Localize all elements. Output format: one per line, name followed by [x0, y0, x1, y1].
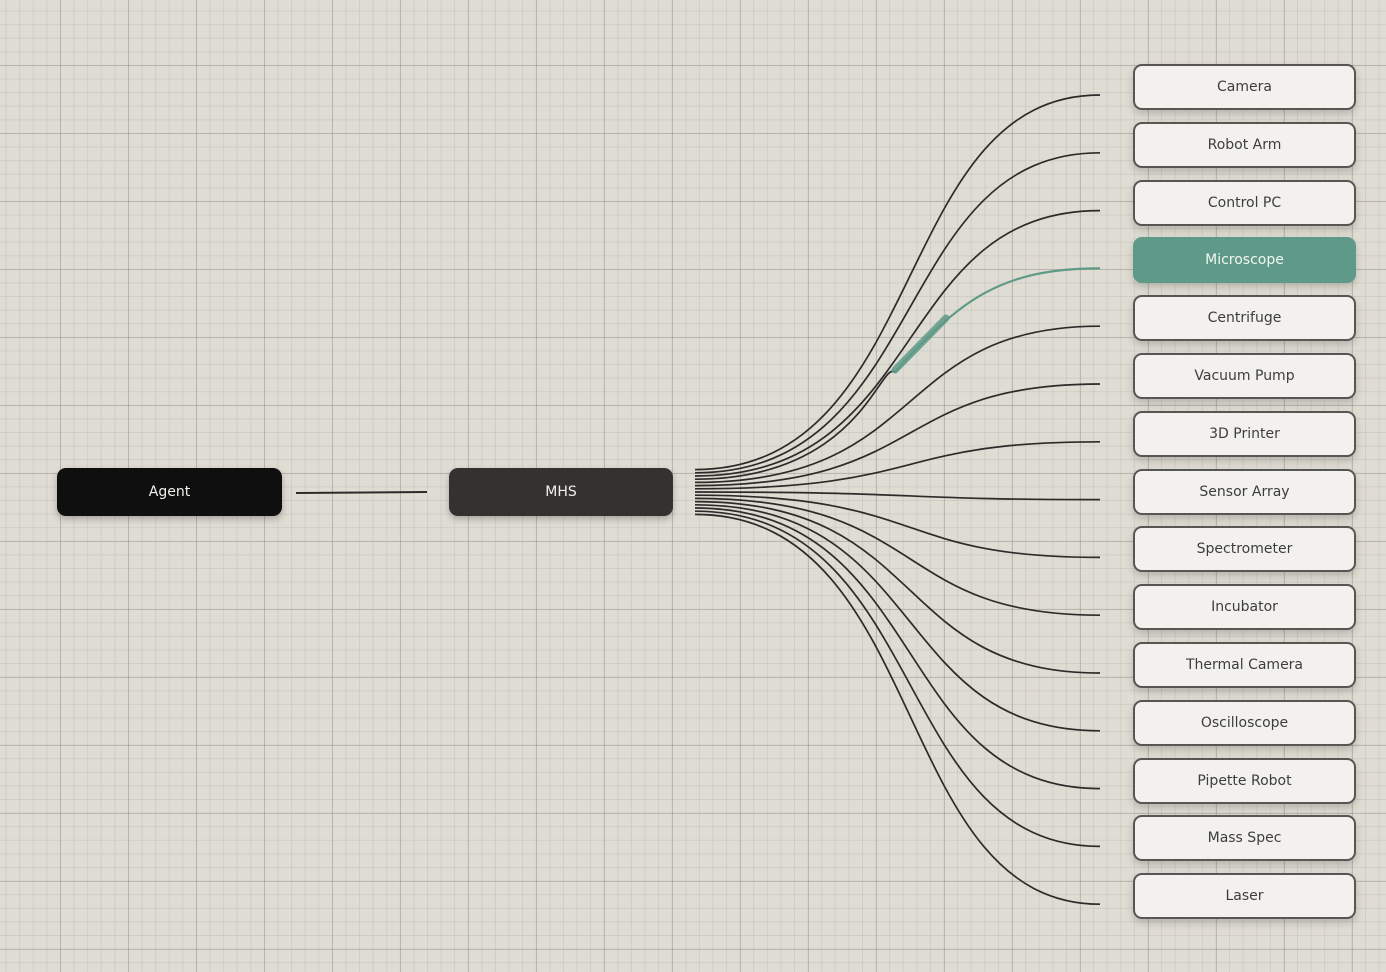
connector-mass-spec [694, 510, 1101, 848]
connector-laser [694, 513, 1101, 906]
device-label: Pipette Robot [1197, 772, 1292, 789]
device-node-mass-spec[interactable]: Mass Spec [1133, 815, 1356, 862]
hub-label: MHS [545, 484, 577, 500]
device-label: Centrifuge [1207, 310, 1282, 327]
device-label: Vacuum Pump [1194, 368, 1295, 384]
device-label: Spectrometer [1196, 541, 1293, 558]
device-node-incubator[interactable]: Incubator [1133, 584, 1356, 631]
device-node-centrifuge[interactable]: Centrifuge [1133, 295, 1356, 342]
active-connector-microscope [894, 267, 1101, 373]
device-node-oscilloscope[interactable]: Oscilloscope [1133, 699, 1356, 746]
connector-oscilloscope [694, 503, 1101, 732]
device-label: Microscope [1205, 252, 1284, 269]
connector-microscope [694, 370, 896, 481]
device-node-laser[interactable]: Laser [1133, 873, 1356, 920]
hub-device-connectors [694, 94, 1101, 906]
connector-control-pc [694, 209, 1101, 477]
device-label: Oscilloscope [1200, 714, 1289, 731]
device-node-3d-printer[interactable]: 3D Printer [1133, 410, 1356, 457]
connector-robot-arm [694, 151, 1101, 474]
agent-label: Agent [148, 484, 191, 500]
device-node-microscope[interactable]: Microscope [1133, 237, 1356, 284]
hub-node[interactable]: MHS [449, 468, 673, 516]
device-node-vacuum-pump[interactable]: Vacuum Pump [1133, 353, 1356, 399]
device-label: Robot Arm [1207, 136, 1282, 153]
connector-sensor-array [694, 491, 1101, 501]
device-node-pipette-robot[interactable]: Pipette Robot [1133, 757, 1356, 804]
signal-pulse [891, 314, 950, 374]
connector-3d-printer [694, 440, 1101, 490]
connector-spectrometer [694, 494, 1101, 559]
agent-hub-connector [295, 491, 428, 494]
device-node-sensor-array[interactable]: Sensor Array [1133, 468, 1356, 515]
connector-camera [694, 94, 1101, 471]
connector-vacuum-pump [694, 383, 1101, 487]
device-node-camera[interactable]: Camera [1133, 64, 1356, 110]
device-label: Mass Spec [1207, 830, 1282, 847]
device-label: Laser [1225, 888, 1264, 905]
connector-thermal-camera [694, 500, 1101, 674]
agent-node[interactable]: Agent [57, 468, 282, 516]
device-node-robot-arm[interactable]: Robot Arm [1133, 121, 1356, 168]
device-label: Sensor Array [1199, 483, 1290, 500]
device-label: Incubator [1211, 599, 1278, 616]
device-node-spectrometer[interactable]: Spectrometer [1133, 526, 1356, 573]
device-label: Control PC [1207, 194, 1282, 211]
device-label: Thermal Camera [1185, 657, 1304, 673]
device-node-thermal-camera[interactable]: Thermal Camera [1133, 642, 1356, 688]
device-node-control-pc[interactable]: Control PC [1133, 179, 1356, 226]
device-label: Camera [1217, 79, 1272, 95]
device-label: 3D Printer [1209, 425, 1280, 442]
